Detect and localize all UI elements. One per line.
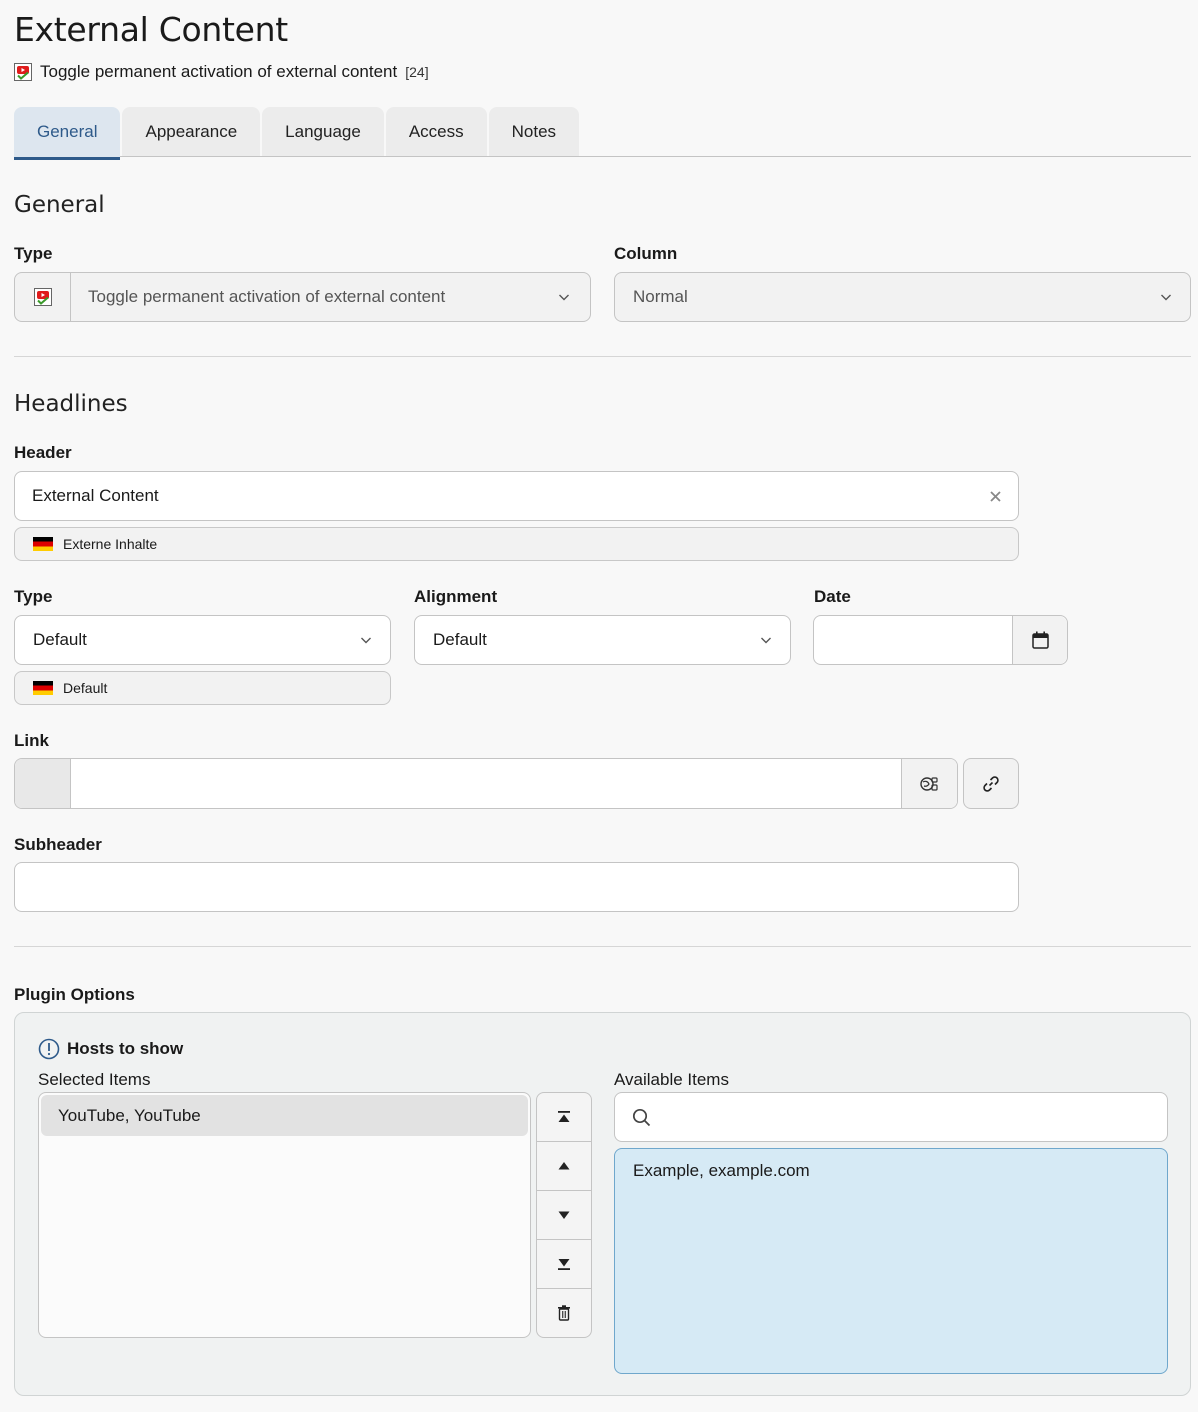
- link-input[interactable]: [71, 759, 901, 808]
- move-down-icon: [558, 1211, 570, 1219]
- link-type-icon-box: [15, 759, 71, 808]
- move-up-button[interactable]: [537, 1142, 591, 1191]
- move-buttons-group: [536, 1092, 592, 1338]
- move-down-button[interactable]: [537, 1191, 591, 1240]
- column-label: Column: [614, 244, 678, 263]
- available-items-search[interactable]: [614, 1092, 1168, 1142]
- link-label: Link: [14, 731, 49, 750]
- type-label: Type: [14, 244, 53, 263]
- section-title-general: General: [14, 192, 105, 218]
- tab-general[interactable]: General: [14, 107, 121, 160]
- tab-language[interactable]: Language: [262, 107, 384, 156]
- available-items-list[interactable]: Example, example.com: [614, 1148, 1168, 1374]
- move-to-top-icon: [558, 1111, 570, 1122]
- content-element-icon: [14, 63, 32, 81]
- type-icon-box: [15, 273, 71, 321]
- link-explanation-button[interactable]: [901, 759, 957, 808]
- link-explanation-icon: [919, 776, 938, 791]
- hosts-label: Hosts to show: [67, 1039, 184, 1058]
- header-input[interactable]: External Content: [14, 471, 1019, 521]
- chevron-down-icon: [1161, 294, 1171, 301]
- type-select[interactable]: Toggle permanent activation of external …: [14, 272, 591, 322]
- hosts-header: Hosts to show: [38, 1038, 183, 1060]
- available-items-label: Available Items: [614, 1070, 729, 1089]
- alignment-select[interactable]: Default: [414, 615, 791, 665]
- content-element-icon: [33, 288, 52, 306]
- header-input-value: External Content: [32, 486, 159, 505]
- alignment-label: Alignment: [414, 587, 498, 606]
- german-flag-icon: [33, 537, 53, 551]
- tab-notes[interactable]: Notes: [488, 107, 580, 156]
- date-label: Date: [814, 587, 851, 606]
- info-icon: [38, 1038, 60, 1060]
- selected-items-label: Selected Items: [38, 1070, 151, 1089]
- header-translation-pill: Externe Inhalte: [14, 527, 1019, 561]
- header-type-label: Type: [14, 587, 53, 606]
- record-uid: [24]: [405, 64, 429, 80]
- tab-appearance[interactable]: Appearance: [122, 107, 261, 156]
- divider: [14, 946, 1191, 947]
- chevron-down-icon: [559, 294, 569, 301]
- column-select-value: Normal: [633, 287, 688, 306]
- tab-access[interactable]: Access: [385, 107, 487, 156]
- header-type-translation-pill: Default: [14, 671, 391, 705]
- page-title: External Content: [14, 10, 288, 49]
- selected-items-list[interactable]: YouTube, YouTube: [38, 1092, 531, 1338]
- section-title-headlines: Headlines: [14, 391, 128, 417]
- move-top-button[interactable]: [537, 1093, 591, 1142]
- subheader-label: Subheader: [14, 835, 102, 854]
- chevron-down-icon: [761, 637, 771, 644]
- chevron-down-icon: [361, 637, 371, 644]
- header-type-select[interactable]: Default: [14, 615, 391, 665]
- link-browser-button[interactable]: [963, 758, 1019, 809]
- tab-bar: General Appearance Language Access Notes: [14, 107, 1191, 160]
- remove-item-button[interactable]: [537, 1289, 591, 1337]
- header-type-translation-text: Default: [63, 680, 108, 696]
- record-label: Toggle permanent activation of external …: [40, 62, 398, 81]
- record-info: Toggle permanent activation of external …: [14, 62, 429, 82]
- header-type-value: Default: [33, 630, 87, 649]
- date-input[interactable]: [814, 616, 1012, 664]
- divider: [14, 356, 1191, 357]
- clear-icon[interactable]: [990, 490, 1001, 502]
- header-translation-text: Externe Inhalte: [63, 536, 158, 552]
- search-icon: [632, 1108, 651, 1126]
- move-up-icon: [558, 1162, 570, 1170]
- plugin-options-title: Plugin Options: [14, 985, 135, 1004]
- column-select[interactable]: Normal: [614, 272, 1191, 322]
- move-to-bottom-icon: [558, 1259, 570, 1270]
- subheader-input[interactable]: [14, 862, 1019, 912]
- move-bottom-button[interactable]: [537, 1240, 591, 1289]
- trash-icon: [558, 1305, 570, 1321]
- german-flag-icon: [33, 681, 53, 695]
- available-item[interactable]: Example, example.com: [633, 1161, 810, 1181]
- selected-item[interactable]: YouTube, YouTube: [41, 1095, 528, 1136]
- calendar-icon: [1031, 631, 1049, 649]
- link-icon: [983, 775, 999, 792]
- date-picker-button[interactable]: [1012, 616, 1067, 664]
- alignment-value: Default: [433, 630, 487, 649]
- type-select-value: Toggle permanent activation of external …: [88, 287, 446, 306]
- plugin-options-panel: Hosts to show Selected Items YouTube, Yo…: [14, 1012, 1191, 1396]
- date-field-group: [813, 615, 1068, 665]
- link-field-group: [14, 758, 958, 809]
- header-label: Header: [14, 443, 72, 462]
